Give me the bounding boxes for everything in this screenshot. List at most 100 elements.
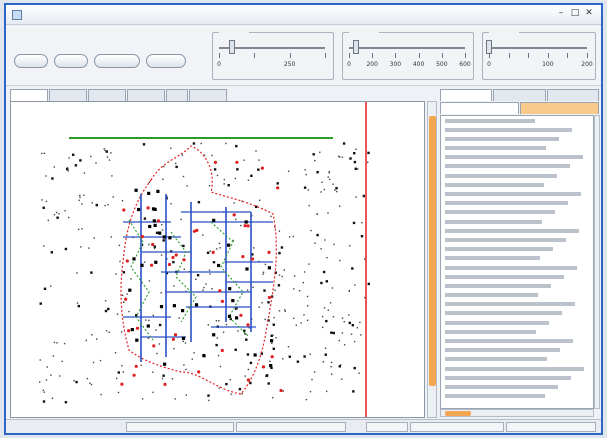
tab-right-3[interactable] [546,89,599,101]
list-item[interactable] [441,291,593,300]
list-item[interactable] [441,153,593,162]
list-item[interactable] [441,337,593,346]
toolbar: 0 250 0 200 300 400 500 600 0 100 200 [6,26,601,86]
tab-view-1[interactable] [10,89,48,101]
canvas-scroll-thumb[interactable] [429,116,436,386]
map-point [42,389,45,391]
map-point [331,287,334,289]
tab-right-2[interactable] [493,89,546,101]
list-item[interactable] [441,245,593,254]
map-point [160,254,163,256]
map-point [196,274,200,277]
stop-marker [267,266,271,270]
minimize-icon[interactable]: – [554,8,568,20]
map-point [155,231,159,234]
tab-view-6[interactable] [189,89,227,101]
list-item[interactable] [441,346,593,355]
map-point [293,275,296,277]
toolbar-button-4[interactable] [146,54,186,68]
list-item[interactable] [441,364,593,373]
slider-tick-label: 250 [283,61,296,68]
map-point [182,175,185,178]
highlight-point [261,365,266,369]
map-point [292,235,294,238]
tab-view-4[interactable] [127,89,165,101]
list-item[interactable] [441,281,593,290]
map-point [79,159,82,162]
tab-view-2[interactable] [49,89,87,101]
stop-marker [128,288,132,292]
toolbar-button-3[interactable] [94,54,140,68]
list-item[interactable] [441,162,593,171]
list-item[interactable] [441,300,593,309]
map-point [324,347,327,349]
close-icon[interactable]: ✕ [582,8,596,20]
highlight-point [122,208,126,212]
tab-sub-2[interactable] [520,102,599,114]
list-item[interactable] [441,355,593,364]
list-item[interactable] [441,327,593,336]
slider-group-2-legend [349,28,379,37]
list-hscroll-thumb[interactable] [445,411,471,416]
list-item[interactable] [441,116,593,125]
slider-3-thumb[interactable] [486,40,492,54]
tab-sub-1[interactable] [440,102,519,114]
canvas-vertical-scrollbar[interactable] [427,101,437,418]
map-view[interactable] [11,102,424,417]
map-point [324,353,327,356]
map-point [51,177,54,180]
list-item[interactable] [441,263,593,272]
map-canvas[interactable] [10,101,425,418]
highlight-point [171,255,175,260]
list-item[interactable] [441,134,593,143]
map-point [183,268,185,270]
list-item[interactable] [441,272,593,281]
stop-marker [253,353,257,357]
slider-tick [587,53,588,58]
map-point [338,205,341,207]
highlight-point [127,329,131,333]
list-item[interactable] [441,217,593,226]
list-horizontal-scrollbar[interactable] [440,409,594,417]
slider-1-thumb[interactable] [228,40,235,54]
highlight-point [246,378,250,382]
list-item[interactable] [441,254,593,263]
toolbar-button-1[interactable] [14,54,48,68]
map-point [354,284,356,286]
list-item[interactable] [441,190,593,199]
map-point [183,364,185,366]
map-point [104,149,106,152]
list-item[interactable] [441,125,593,134]
list-item[interactable] [441,144,593,153]
list-item[interactable] [441,180,593,189]
list-item[interactable] [441,235,593,244]
maximize-icon[interactable]: □ [568,8,582,20]
list-vertical-scrollbar[interactable] [594,115,600,409]
map-point [352,221,356,225]
map-point [325,280,328,283]
map-point [223,178,225,181]
list-item[interactable] [441,373,593,382]
list-item[interactable] [441,382,593,391]
map-point [330,361,333,364]
list-item[interactable] [441,226,593,235]
list-item[interactable] [441,392,593,401]
tab-view-3[interactable] [88,89,126,101]
map-point [367,161,369,163]
list-item[interactable] [441,318,593,327]
list-item[interactable] [441,171,593,180]
list-item[interactable] [441,208,593,217]
slider-2-thumb[interactable] [352,40,359,54]
tab-right-1[interactable] [440,89,493,101]
map-point [52,355,55,357]
toolbar-button-2[interactable] [54,54,88,68]
list-item[interactable] [441,309,593,318]
map-point [257,168,260,171]
event-list[interactable] [440,115,594,409]
list-item-placeholder [445,155,583,160]
map-point [118,244,121,247]
list-item[interactable] [441,199,593,208]
stop-marker [162,235,166,239]
tab-view-5[interactable] [166,89,188,101]
map-point [351,267,354,270]
